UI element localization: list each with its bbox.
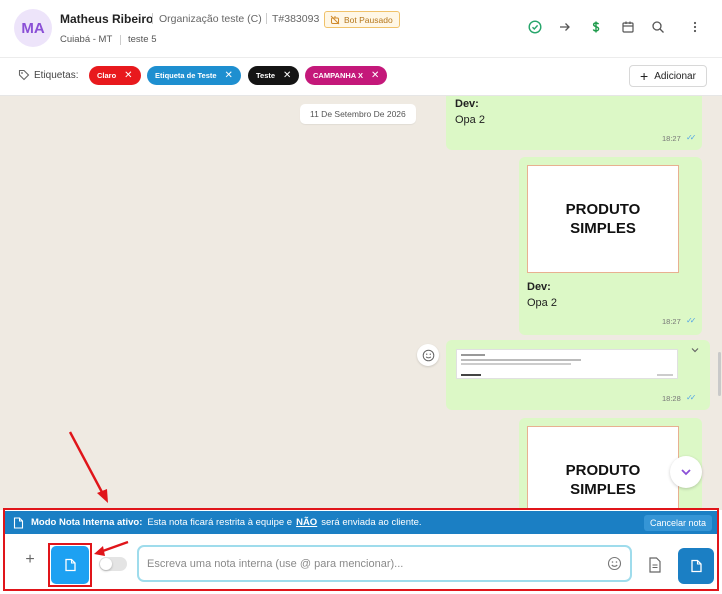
transfer-button[interactable]: [556, 18, 574, 36]
remove-tag-icon[interactable]: ✕: [371, 70, 379, 81]
product-image-text: SIMPLES: [570, 220, 636, 237]
bot-status-label: Bot Pausado: [344, 14, 393, 25]
message-bubble[interactable]: Dev: Opa 2 18:27 ✓✓: [446, 96, 702, 150]
react-emoji-button[interactable]: [417, 344, 439, 366]
more-options-button[interactable]: [686, 18, 704, 36]
resolve-button[interactable]: [526, 18, 544, 36]
document-line: [461, 354, 485, 356]
message-time: 18:27: [662, 317, 681, 326]
avatar[interactable]: MA: [14, 9, 52, 47]
chat-header: MA Matheus Ribeiro Organização teste (C)…: [0, 0, 722, 58]
tag-icon: [18, 69, 30, 81]
bot-paused-icon: [330, 15, 340, 24]
tags-bar: Etiquetas: Claro ✕ Etiqueta de Teste ✕ T…: [0, 58, 722, 96]
tag-chip[interactable]: Etiqueta de Teste ✕: [147, 66, 241, 85]
read-check-icon: ✓✓: [686, 316, 697, 325]
message-bubble[interactable]: PRODUTO SIMPLES Dev: Opa 2 18:27 ✓✓: [519, 157, 702, 335]
tags-label: Etiquetas:: [34, 70, 79, 81]
message-text: Opa 2: [527, 297, 557, 309]
add-tag-button[interactable]: + Adicionar: [629, 65, 707, 87]
contact-name[interactable]: Matheus Ribeiro: [60, 12, 153, 26]
divider: [266, 13, 267, 24]
more-vertical-icon: [693, 21, 697, 33]
document-line: [461, 363, 571, 365]
schedule-button[interactable]: [619, 18, 637, 36]
message-author: Dev:: [455, 98, 479, 110]
search-icon: [652, 21, 664, 33]
divider: [152, 13, 153, 24]
product-image-text: PRODUTO: [565, 462, 641, 479]
add-tag-label: Adicionar: [654, 70, 696, 82]
plus-icon: +: [640, 68, 649, 84]
remove-tag-icon[interactable]: ✕: [225, 70, 233, 81]
tag-chip[interactable]: Claro ✕: [89, 66, 141, 85]
remove-tag-icon[interactable]: ✕: [283, 70, 291, 81]
divider: [120, 35, 121, 45]
tag-chip[interactable]: CAMPANHA X ✕: [305, 66, 388, 85]
arrow-right-icon: [560, 23, 570, 31]
message-author: Dev:: [527, 281, 551, 293]
tag-label: Teste: [256, 71, 276, 80]
product-image-text: SIMPLES: [570, 481, 636, 498]
check-circle-icon: [528, 20, 542, 34]
smile-icon: [422, 349, 434, 361]
read-check-icon: ✓✓: [686, 133, 697, 142]
message-time: 18:28: [662, 394, 681, 403]
bot-status-badge[interactable]: Bot Pausado: [324, 11, 400, 28]
organization-name: Organização teste (C): [159, 13, 262, 25]
chevron-down-icon[interactable]: [690, 345, 700, 355]
product-image[interactable]: PRODUTO SIMPLES: [527, 165, 679, 273]
tag-label: CAMPANHA X: [313, 71, 363, 80]
tag-chip[interactable]: Teste ✕: [248, 66, 300, 85]
search-button[interactable]: [649, 18, 667, 36]
tag-label: Etiqueta de Teste: [155, 71, 217, 80]
document-line: [461, 359, 581, 361]
ticket-number: T#383093: [272, 13, 320, 25]
document-line: [461, 374, 481, 376]
remove-tag-icon[interactable]: ✕: [124, 70, 132, 81]
date-separator: 11 De Setembro De 2026: [300, 104, 416, 124]
product-image-text: PRODUTO: [565, 201, 641, 218]
scrollbar-thumb[interactable]: [718, 352, 721, 396]
document-preview[interactable]: [456, 349, 678, 379]
message-time: 18:27: [662, 134, 681, 143]
sale-button[interactable]: [587, 18, 605, 36]
message-text: Opa 2: [455, 114, 485, 126]
chevron-down-icon: [681, 469, 691, 476]
product-image[interactable]: PRODUTO SIMPLES: [527, 426, 679, 510]
calendar-icon: [622, 21, 634, 33]
highlight-box: [3, 508, 719, 591]
scroll-to-bottom-button[interactable]: [670, 456, 702, 488]
dollar-icon: [592, 21, 600, 33]
read-check-icon: ✓✓: [686, 393, 697, 402]
contact-location: Cuiabá - MT: [60, 34, 113, 45]
tag-label: Claro: [97, 71, 117, 80]
document-line: [657, 374, 673, 376]
team-name: teste 5: [128, 34, 157, 45]
chat-messages[interactable]: 11 De Setembro De 2026 Dev: Opa 2 18:27 …: [0, 96, 722, 510]
message-bubble[interactable]: 18:28 ✓✓: [446, 340, 710, 410]
